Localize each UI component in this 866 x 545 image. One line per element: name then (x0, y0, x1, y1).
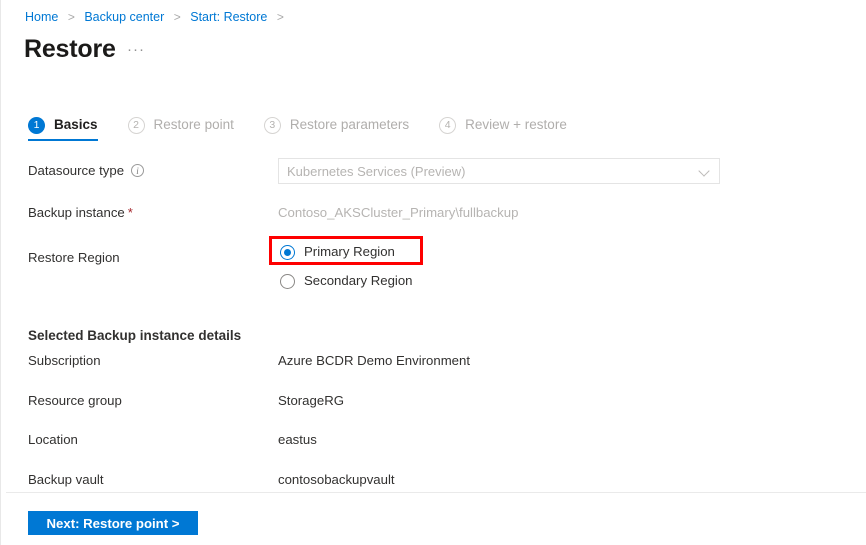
detail-value-subscription: Azure BCDR Demo Environment (278, 351, 470, 371)
datasource-type-label: Datasource type i (28, 160, 144, 182)
detail-label-subscription: Subscription (28, 351, 101, 371)
wizard-step-label: Restore point (154, 116, 234, 134)
step-number-badge: 1 (28, 117, 45, 134)
step-number-badge: 3 (264, 117, 281, 134)
breadcrumb-separator: > (68, 10, 75, 24)
backup-instance-label-text: Backup instance (28, 205, 125, 220)
detail-label-backup-vault: Backup vault (28, 470, 104, 490)
step-number-badge: 4 (439, 117, 456, 134)
page-frame: Home > Backup center > Start: Restore > … (0, 0, 866, 545)
detail-value-resource-group: StorageRG (278, 391, 344, 411)
wizard-step-label: Basics (54, 116, 98, 134)
detail-value-backup-vault: contosobackupvault (278, 470, 395, 490)
backup-instance-label: Backup instance* (28, 202, 133, 224)
details-heading: Selected Backup instance details (28, 326, 241, 346)
detail-label-location: Location (28, 430, 78, 450)
radio-label: Secondary Region (304, 272, 413, 290)
wizard-step-basics[interactable]: 1 Basics (28, 116, 98, 141)
detail-value-location: eastus (278, 430, 317, 450)
detail-label-resource-group: Resource group (28, 391, 122, 411)
radio-unselected-icon (280, 274, 295, 289)
wizard-step-label: Review + restore (465, 116, 567, 134)
active-step-underline (28, 139, 98, 141)
breadcrumb-item-start-restore[interactable]: Start: Restore (190, 10, 267, 24)
restore-region-row: Restore Region (1, 247, 866, 271)
wizard-step-restore-parameters[interactable]: 3 Restore parameters (264, 116, 409, 141)
breadcrumb-item-home[interactable]: Home (25, 10, 58, 24)
backup-instance-value: Contoso_AKSCluster_Primary\fullbackup (278, 202, 518, 224)
radio-selected-icon (280, 245, 295, 260)
wizard-steps: 1 Basics 2 Restore point 3 Restore param… (28, 116, 597, 141)
breadcrumb-item-backup-center[interactable]: Backup center (84, 10, 164, 24)
wizard-step-restore-point[interactable]: 2 Restore point (128, 116, 234, 141)
info-icon[interactable]: i (131, 164, 144, 177)
restore-region-radio-group: Primary Region Secondary Region (280, 241, 413, 299)
more-options-icon[interactable]: ··· (127, 40, 145, 60)
radio-label: Primary Region (304, 243, 395, 261)
required-asterisk: * (128, 205, 133, 220)
datasource-type-dropdown: Kubernetes Services (Preview) (278, 158, 720, 184)
next-restore-point-button[interactable]: Next: Restore point > (28, 511, 198, 535)
restore-region-label: Restore Region (28, 247, 120, 269)
page-title: Restore (24, 33, 116, 65)
radio-primary-region[interactable]: Primary Region (280, 241, 413, 263)
footer-divider (6, 492, 866, 493)
wizard-step-label: Restore parameters (290, 116, 409, 134)
breadcrumb-separator: > (174, 10, 181, 24)
datasource-type-label-text: Datasource type (28, 163, 124, 178)
datasource-type-row: Datasource type i Kubernetes Services (Pr… (1, 160, 866, 184)
wizard-step-review-restore[interactable]: 4 Review + restore (439, 116, 567, 141)
breadcrumb-separator: > (277, 10, 284, 24)
chevron-down-icon (700, 167, 709, 176)
datasource-type-value: Kubernetes Services (Preview) (287, 164, 465, 179)
backup-instance-row: Backup instance* Contoso_AKSCluster_Prim… (1, 202, 866, 226)
breadcrumb: Home > Backup center > Start: Restore > (25, 8, 290, 26)
radio-secondary-region[interactable]: Secondary Region (280, 270, 413, 292)
step-number-badge: 2 (128, 117, 145, 134)
